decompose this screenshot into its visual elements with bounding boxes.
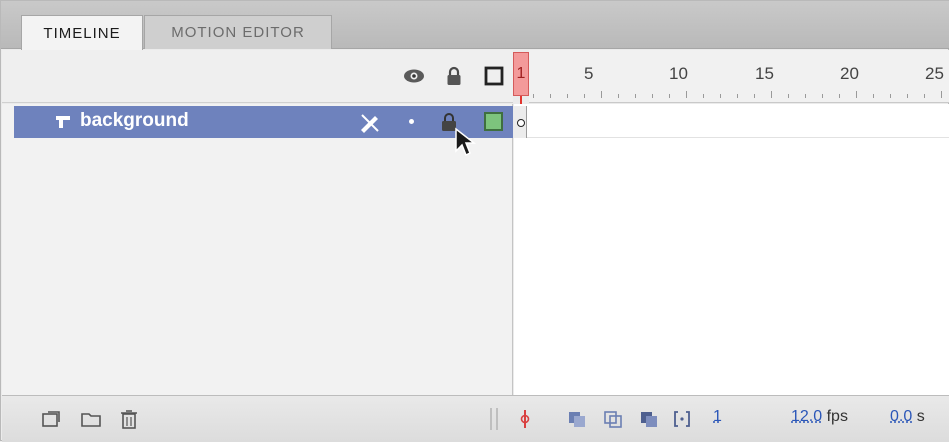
edit-multiple-frames-icon[interactable] (638, 408, 660, 430)
ruler-tick (856, 91, 857, 98)
ruler-tick (686, 91, 687, 98)
time-unit: s (916, 408, 925, 425)
ruler-tick (669, 94, 670, 98)
ruler-tick (873, 94, 874, 98)
tab-motion-editor-label: MOTION EDITOR (171, 24, 305, 41)
ruler-tick (788, 94, 789, 98)
outline-color-icon[interactable] (484, 112, 503, 131)
ruler-label-20: 20 (840, 64, 859, 83)
tab-timeline[interactable]: TIMELINE (21, 15, 143, 50)
modify-onion-markers-icon[interactable] (671, 408, 693, 430)
ruler-label-10: 10 (669, 64, 688, 83)
new-folder-icon[interactable] (80, 408, 102, 430)
ruler-tick (584, 94, 585, 98)
pencil-crossed-icon[interactable] (358, 111, 382, 137)
tab-bar: TIMELINE MOTION EDITOR (1, 1, 949, 50)
ruler-tick (822, 94, 823, 98)
ruler-tick (737, 94, 738, 98)
ruler-tick (839, 94, 840, 98)
ruler-tick (890, 94, 891, 98)
tab-timeline-label: TIMELINE (43, 24, 121, 42)
ruler-label-5: 5 (584, 64, 594, 83)
frame-rate[interactable]: 12.0 fps (791, 408, 848, 426)
ruler-tick (771, 91, 772, 98)
current-frame-value[interactable]: 1 (713, 408, 722, 425)
new-layer-icon[interactable] (40, 408, 62, 430)
keyframe-cell[interactable] (514, 106, 527, 138)
lock-icon[interactable] (442, 64, 466, 88)
delete-icon[interactable] (118, 408, 140, 430)
ruler-tick (703, 94, 704, 98)
ruler-tick (618, 94, 619, 98)
elapsed-time[interactable]: 0.0 s (890, 408, 925, 426)
playhead[interactable]: 1 (513, 52, 529, 96)
frame-ruler[interactable]: 5 10 15 20 25 (529, 50, 949, 103)
time-value[interactable]: 0.0 (890, 408, 912, 425)
ruler-tick (924, 94, 925, 98)
eye-icon[interactable] (402, 64, 426, 88)
visibility-dot[interactable] (409, 119, 414, 124)
layer-column-header (2, 50, 513, 103)
ruler-tick (907, 94, 908, 98)
mouse-cursor-icon (454, 127, 478, 163)
ruler-label-15: 15 (755, 64, 774, 83)
ruler-tick (567, 94, 568, 98)
outline-icon[interactable] (482, 64, 506, 88)
timeline-panel: TIMELINE MOTION EDITOR 5 10 15 20 25 1 b… (0, 0, 949, 442)
onion-skin-icon[interactable] (566, 408, 588, 430)
empty-keyframe-icon (517, 119, 525, 127)
panel-divider-grip[interactable] (490, 408, 498, 430)
fps-value[interactable]: 12.0 (791, 408, 822, 425)
ruler-tick (754, 94, 755, 98)
ruler-tick (941, 91, 942, 98)
fps-unit: fps (826, 408, 848, 425)
ruler-tick (652, 94, 653, 98)
layer-icon (54, 114, 72, 134)
timeline-footer: 1 12.0 fps 0.0 s (2, 395, 949, 442)
tab-motion-editor[interactable]: MOTION EDITOR (144, 15, 332, 49)
frame-area[interactable] (514, 104, 949, 395)
ruler-tick (550, 94, 551, 98)
center-frame-icon[interactable] (514, 408, 536, 430)
layer-row-background[interactable]: background (14, 106, 513, 138)
onion-skin-outlines-icon[interactable] (602, 408, 624, 430)
ruler-tick (635, 94, 636, 98)
frame-row-background[interactable] (514, 106, 949, 138)
playhead-frame: 1 (516, 65, 526, 82)
ruler-tick (533, 94, 534, 98)
ruler-tick (720, 94, 721, 98)
layer-list: background (2, 104, 513, 395)
ruler-tick (805, 94, 806, 98)
ruler-tick (601, 91, 602, 98)
layer-name[interactable]: background (80, 110, 189, 132)
ruler-label-25: 25 (925, 64, 944, 83)
current-frame[interactable]: 1 (713, 408, 722, 426)
